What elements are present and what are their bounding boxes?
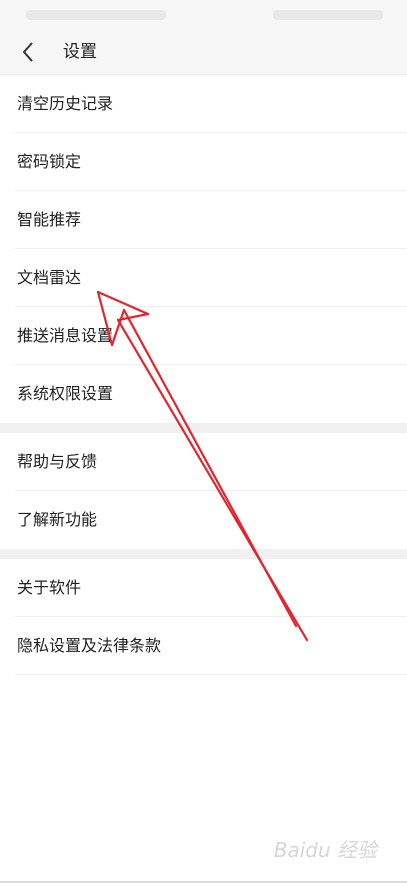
settings-group-general: 清空历史记录 密码锁定 智能推荐 文档雷达 推送消息设置 系统权限设置 <box>0 75 407 423</box>
back-button[interactable] <box>10 34 46 70</box>
section-divider <box>0 549 407 559</box>
settings-item-label: 帮助与反馈 <box>17 452 98 471</box>
settings-group-about: 关于软件 隐私设置及法律条款 <box>0 559 407 675</box>
settings-item-label: 了解新功能 <box>17 510 98 529</box>
status-bar <box>0 0 407 30</box>
settings-item-system-permissions[interactable]: 系统权限设置 <box>0 365 407 423</box>
settings-item-document-radar[interactable]: 文档雷达 <box>0 249 407 307</box>
settings-item-label: 推送消息设置 <box>17 326 114 345</box>
app-header: 设置 <box>0 30 407 75</box>
watermark-logo: Baidu 经验 <box>273 838 377 862</box>
settings-item-about[interactable]: 关于软件 <box>0 559 407 617</box>
section-divider <box>0 423 407 433</box>
settings-item-password-lock[interactable]: 密码锁定 <box>0 133 407 191</box>
settings-item-smart-recommend[interactable]: 智能推荐 <box>0 191 407 249</box>
settings-item-label: 隐私设置及法律条款 <box>17 636 162 655</box>
chevron-left-icon <box>22 42 33 62</box>
settings-item-privacy-legal[interactable]: 隐私设置及法律条款 <box>0 617 407 675</box>
settings-item-label: 密码锁定 <box>17 152 82 171</box>
settings-item-label: 清空历史记录 <box>17 94 114 113</box>
settings-item-push-settings[interactable]: 推送消息设置 <box>0 307 407 365</box>
settings-item-label: 文档雷达 <box>17 268 82 287</box>
settings-item-label: 系统权限设置 <box>17 384 114 403</box>
page-title: 设置 <box>63 42 97 62</box>
status-bar-right-icons <box>273 10 383 20</box>
settings-item-new-features[interactable]: 了解新功能 <box>0 491 407 549</box>
settings-item-help-feedback[interactable]: 帮助与反馈 <box>0 433 407 491</box>
settings-item-clear-history[interactable]: 清空历史记录 <box>0 75 407 133</box>
status-bar-left-info <box>26 10 166 20</box>
settings-item-label: 智能推荐 <box>17 210 82 229</box>
settings-group-help: 帮助与反馈 了解新功能 <box>0 433 407 549</box>
settings-item-label: 关于软件 <box>17 578 82 597</box>
